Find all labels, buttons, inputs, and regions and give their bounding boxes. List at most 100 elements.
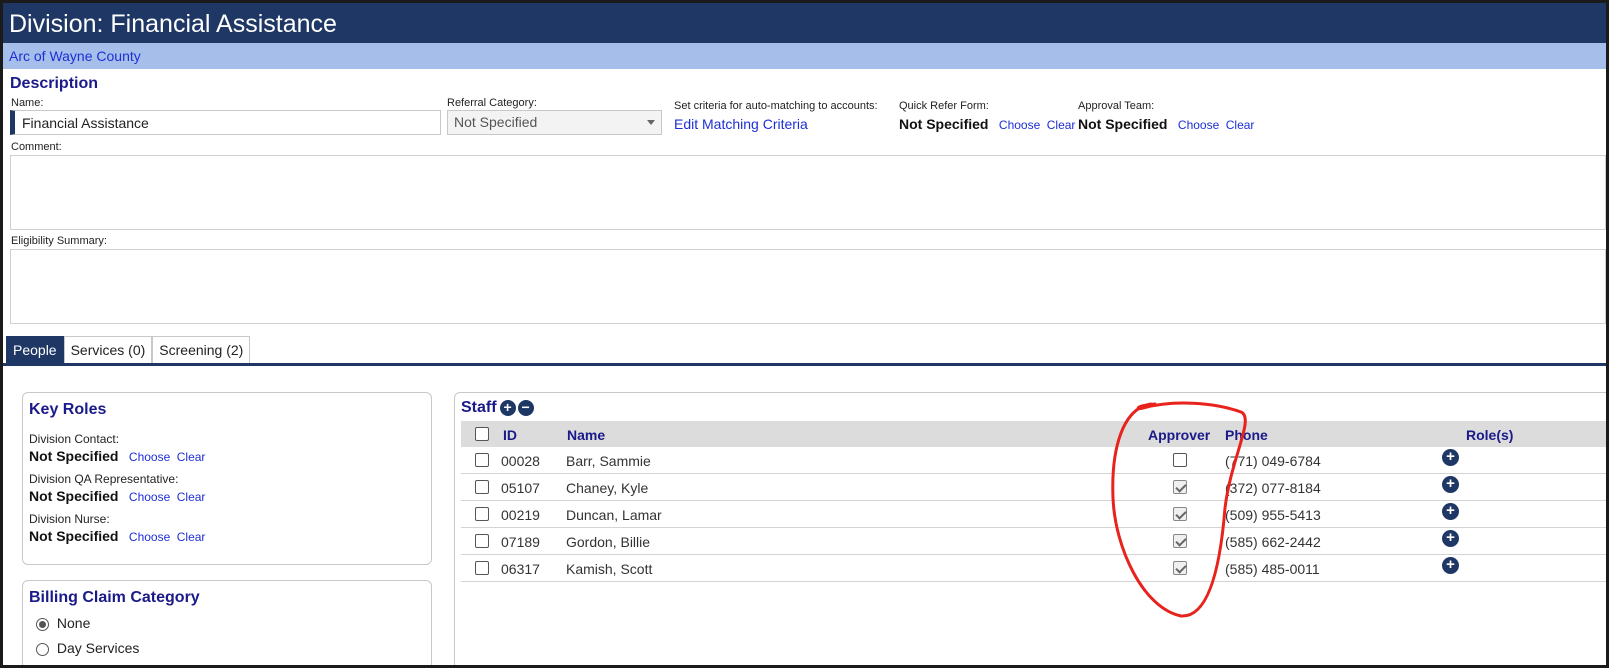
table-row: 07189 Gordon, Billie (585) 662-2442 +: [461, 528, 1606, 555]
staff-id: 00028: [501, 453, 540, 469]
key-roles-heading: Key Roles: [29, 401, 107, 418]
col-roles[interactable]: Role(s): [1466, 427, 1513, 443]
name-label: Name:: [11, 97, 44, 109]
row-select-checkbox[interactable]: [475, 534, 489, 548]
staff-phone: (372) 077-8184: [1225, 480, 1321, 496]
add-staff-icon[interactable]: +: [499, 400, 516, 416]
quick-refer-choose-link[interactable]: Choose: [999, 118, 1040, 132]
table-row: 06317 Kamish, Scott (585) 485-0011 +: [461, 555, 1606, 582]
col-name[interactable]: Name: [567, 427, 605, 443]
staff-id: 06317: [501, 561, 540, 577]
staff-heading: Staff: [461, 399, 497, 416]
tab-people[interactable]: People: [6, 336, 64, 363]
staff-phone: (771) 049-6784: [1225, 453, 1321, 469]
division-nurse-choose-link[interactable]: Choose: [129, 530, 170, 544]
chevron-down-icon: [647, 120, 655, 125]
staff-name: Chaney, Kyle: [566, 480, 649, 496]
name-field[interactable]: [10, 110, 441, 135]
page-title: Division: Financial Assistance: [3, 3, 1606, 43]
approval-team-label: Approval Team:: [1078, 100, 1155, 112]
table-row: 00028 Barr, Sammie (771) 049-6784 +: [461, 447, 1606, 474]
staff-phone: (585) 662-2442: [1225, 534, 1321, 550]
quick-refer-value: Not Specified: [899, 116, 989, 132]
staff-id: 05107: [501, 480, 540, 496]
referral-category-label: Referral Category:: [447, 97, 537, 109]
approver-checkbox[interactable]: [1173, 561, 1187, 575]
division-qa-choose-link[interactable]: Choose: [129, 490, 170, 504]
approver-checkbox[interactable]: [1173, 453, 1187, 467]
approver-checkbox[interactable]: [1173, 480, 1187, 494]
division-nurse-field: Not Specified Choose Clear: [29, 528, 205, 546]
comment-field[interactable]: [10, 155, 1606, 230]
comment-label: Comment:: [11, 141, 62, 153]
division-contact-clear-link[interactable]: Clear: [177, 450, 206, 464]
staff-name: Duncan, Lamar: [566, 507, 662, 523]
tab-screening[interactable]: Screening (2): [152, 336, 251, 363]
add-role-icon[interactable]: +: [1442, 530, 1459, 547]
table-row: 05107 Chaney, Kyle (372) 077-8184 +: [461, 474, 1606, 501]
tab-divider: [3, 363, 1606, 366]
eligibility-label: Eligibility Summary:: [11, 235, 107, 247]
billing-heading: Billing Claim Category: [29, 589, 200, 606]
staff-id: 00219: [501, 507, 540, 523]
col-approver[interactable]: Approver: [1148, 427, 1210, 443]
billing-option-label: Day Services: [56, 640, 140, 656]
staff-name: Gordon, Billie: [566, 534, 651, 550]
select-all-checkbox[interactable]: [475, 427, 489, 441]
criteria-label: Set criteria for auto-matching to accoun…: [674, 100, 878, 112]
approver-checkbox[interactable]: [1173, 534, 1187, 548]
table-row: 00219 Duncan, Lamar (509) 955-5413 +: [461, 501, 1606, 528]
billing-option-none[interactable]: None: [36, 615, 90, 631]
referral-category-value: Not Specified: [454, 114, 538, 130]
approval-team-field: Not Specified Choose Clear: [1078, 116, 1254, 134]
division-nurse-value: Not Specified: [29, 528, 119, 544]
division-nurse-label: Division Nurse:: [29, 512, 110, 526]
division-qa-field: Not Specified Choose Clear: [29, 488, 205, 506]
approver-checkbox[interactable]: [1173, 507, 1187, 521]
staff-header: Staff + −: [461, 399, 534, 417]
breadcrumb: Arc of Wayne County: [3, 43, 1606, 69]
edit-matching-criteria-link[interactable]: Edit Matching Criteria: [674, 116, 808, 132]
division-contact-choose-link[interactable]: Choose: [129, 450, 170, 464]
approval-team-value: Not Specified: [1078, 116, 1168, 132]
add-role-icon[interactable]: +: [1442, 503, 1459, 520]
division-contact-value: Not Specified: [29, 448, 119, 464]
row-select-checkbox[interactable]: [475, 561, 489, 575]
tab-bar: People Services (0) Screening (2): [6, 336, 251, 363]
staff-id: 07189: [501, 534, 540, 550]
description-heading: Description: [10, 75, 99, 92]
billing-option-label: None: [56, 615, 91, 631]
quick-refer-field: Not Specified Choose Clear: [899, 116, 1075, 134]
quick-refer-label: Quick Refer Form:: [899, 100, 989, 112]
tab-services[interactable]: Services (0): [63, 336, 153, 363]
division-nurse-clear-link[interactable]: Clear: [177, 530, 206, 544]
staff-table-header: ID Name Approver Phone Role(s): [461, 421, 1606, 447]
approval-team-choose-link[interactable]: Choose: [1178, 118, 1219, 132]
staff-name: Barr, Sammie: [566, 453, 651, 469]
staff-phone: (509) 955-5413: [1225, 507, 1321, 523]
division-contact-label: Division Contact:: [29, 432, 120, 446]
app-window: Division: Financial Assistance Arc of Wa…: [0, 0, 1609, 668]
referral-category-select[interactable]: Not Specified: [447, 110, 662, 135]
approval-team-clear-link[interactable]: Clear: [1226, 118, 1255, 132]
division-qa-clear-link[interactable]: Clear: [177, 490, 206, 504]
row-select-checkbox[interactable]: [475, 480, 489, 494]
division-qa-value: Not Specified: [29, 488, 119, 504]
division-contact-field: Not Specified Choose Clear: [29, 448, 205, 466]
add-role-icon[interactable]: +: [1442, 476, 1459, 493]
row-select-checkbox[interactable]: [475, 453, 489, 467]
radio-icon[interactable]: [36, 617, 49, 631]
staff-name: Kamish, Scott: [566, 561, 653, 577]
radio-icon[interactable]: [36, 642, 49, 656]
quick-refer-clear-link[interactable]: Clear: [1047, 118, 1076, 132]
add-role-icon[interactable]: +: [1442, 557, 1459, 574]
eligibility-summary-field[interactable]: [10, 249, 1606, 324]
row-select-checkbox[interactable]: [475, 507, 489, 521]
remove-staff-icon[interactable]: −: [517, 400, 534, 416]
billing-option-day-services[interactable]: Day Services: [36, 640, 139, 656]
org-link[interactable]: Arc of Wayne County: [9, 48, 141, 64]
col-id[interactable]: ID: [503, 427, 517, 443]
col-phone[interactable]: Phone: [1225, 427, 1268, 443]
add-role-icon[interactable]: +: [1442, 449, 1459, 466]
division-qa-label: Division QA Representative:: [29, 472, 179, 486]
